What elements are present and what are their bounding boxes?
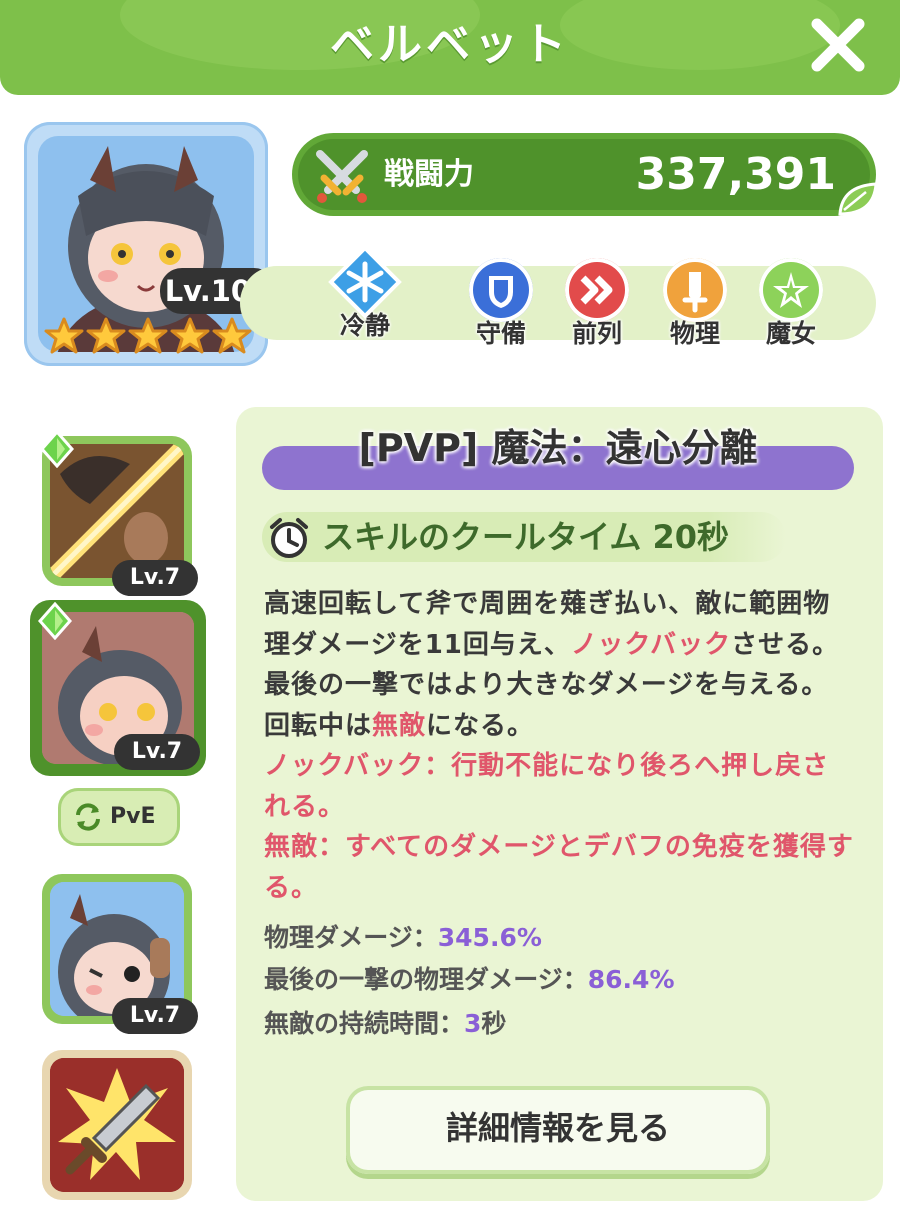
star-icon — [128, 317, 168, 354]
sword-burst-icon — [50, 1058, 184, 1192]
skill-level-badge: Lv.7 — [114, 734, 200, 770]
crossed-swords-icon — [310, 144, 374, 208]
sword-icon — [663, 258, 727, 322]
skill-name: [PVP] 魔法：遠心分離 — [358, 426, 758, 470]
skill-slot-4[interactable] — [42, 1050, 192, 1200]
stat-invincible-duration: 無敵の持続時間：3秒 — [264, 1009, 507, 1038]
star-burst-icon — [759, 258, 823, 322]
attribute-calm[interactable]: 冷静 — [320, 245, 410, 342]
knockback-note: ノックバック：行動不能になり後ろへ押し戻される。 — [264, 751, 830, 822]
skill-slot-1[interactable]: Lv.7 — [39, 430, 198, 596]
combat-power-value: 337,391 — [635, 149, 836, 200]
star-icon — [44, 317, 84, 354]
attribute-defense[interactable]: 守備 — [456, 258, 546, 350]
view-details-button[interactable]: 詳細情報を見る — [346, 1086, 770, 1174]
shield-icon — [469, 258, 533, 322]
gem-icon — [37, 602, 73, 640]
cooldown-text: スキルのクールタイム 20秒 — [322, 518, 730, 556]
skill-slot-3[interactable]: Lv.7 — [42, 874, 198, 1034]
keyword-invincible: 無敵 — [372, 710, 427, 741]
pve-label: PvE — [110, 804, 156, 829]
pve-toggle-button[interactable]: PvE — [58, 788, 180, 846]
skill-description: 高速回転して斧で周囲を薙ぎ払い、敵に範囲物理ダメージを11回与え、ノックバックさ… — [264, 584, 854, 908]
attribute-front-row[interactable]: 前列 — [552, 258, 642, 350]
refresh-icon — [76, 803, 100, 831]
star-rating — [44, 316, 254, 360]
stat-final-hit-damage: 最後の一撃の物理ダメージ：86.4% — [264, 965, 675, 994]
invincible-note: 無敵：すべてのダメージとデバフの免疫を獲得する。 — [264, 832, 854, 903]
gem-icon — [39, 430, 75, 468]
snowflake-icon — [328, 245, 402, 319]
skill-level-badge: Lv.7 — [112, 998, 198, 1034]
combat-power-label: 戦闘力 — [384, 157, 474, 192]
stat-physical-damage: 物理ダメージ：345.6% — [264, 923, 542, 952]
skill-level-badge: Lv.7 — [112, 560, 198, 596]
star-icon — [170, 317, 210, 354]
page-title: ベルベット — [330, 19, 570, 70]
keyword-knockback: ノックバック — [570, 629, 732, 660]
star-icon — [86, 317, 126, 354]
character-wink-icon — [50, 882, 184, 1016]
close-button[interactable] — [805, 12, 871, 78]
skill-slot-2[interactable]: Lv.7 — [30, 600, 206, 776]
chevron-right-icon — [565, 258, 629, 322]
leaf-icon — [836, 180, 880, 220]
attribute-physical[interactable]: 物理 — [650, 258, 740, 350]
attribute-witch[interactable]: 魔女 — [746, 258, 836, 350]
description-text: になる。 — [426, 710, 535, 741]
close-icon — [811, 18, 865, 72]
alarm-clock-icon — [266, 515, 312, 561]
